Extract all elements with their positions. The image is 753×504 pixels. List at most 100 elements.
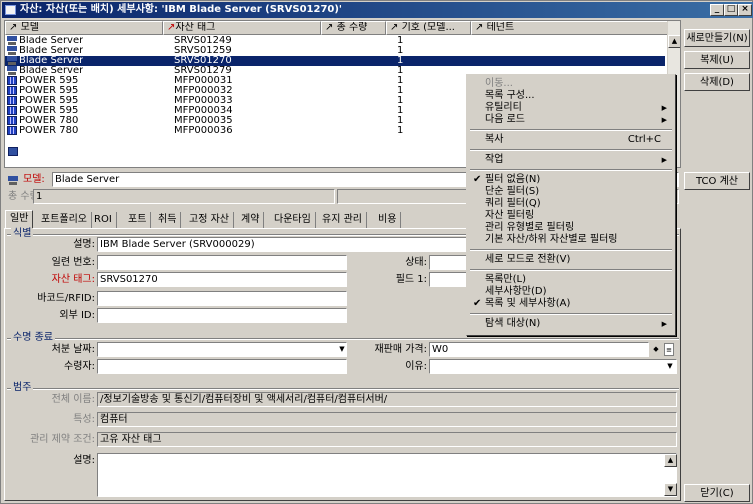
notes-scroll-down-button[interactable]: ▼ (664, 483, 677, 496)
menu-item[interactable]: 목록 구성... (469, 90, 673, 102)
qty-cell: 1 (397, 56, 404, 66)
tab-8[interactable]: 유지 관리 (318, 212, 367, 228)
power-server-icon (7, 96, 17, 105)
blade-server-icon (7, 36, 17, 45)
new-button[interactable]: 새로만들기(N) (684, 29, 750, 47)
model-cell: Blade Server (19, 36, 84, 46)
column-header-tenant[interactable]: ↗ 테넌트 (471, 21, 669, 35)
tab-9[interactable]: 비용 (374, 212, 402, 228)
table-row[interactable]: Blade Server SRVS01259 1 (5, 46, 665, 56)
power-server-icon (7, 126, 17, 135)
serial-label: 일련 번호: (51, 257, 95, 268)
tab-6[interactable]: 계약 (237, 212, 265, 228)
menu-item[interactable]: 필터 없음(N) ✔ (469, 174, 673, 186)
asset-tag-cell: MFP000031 (174, 76, 233, 86)
menu-item[interactable]: 관리 유형별로 필터링 (469, 222, 673, 234)
menu-item[interactable]: 목록만(L) (469, 274, 673, 286)
menu-item[interactable]: 탐색 대상(N) ▶ (469, 318, 673, 330)
tab-3[interactable]: 포트 (124, 212, 152, 228)
chevron-down-icon[interactable]: ▼ (337, 343, 347, 356)
field1-label: 필드 1: (395, 274, 427, 285)
reason-field[interactable] (429, 359, 677, 374)
external-id-field[interactable] (97, 308, 347, 323)
menu-item[interactable]: 세부사항만(D) (469, 286, 673, 298)
close-button[interactable]: 닫기(C) (684, 484, 750, 502)
column-label: 총 수량 (336, 22, 368, 33)
resale-price-field[interactable]: W0 (429, 342, 649, 357)
menu-item[interactable]: 유틸리티 ▶ (469, 102, 673, 114)
column-header-symbol[interactable]: ↗ 기호 (모델... (386, 21, 471, 35)
model-cell: POWER 595 (19, 86, 79, 96)
tab-4[interactable]: 취득 (154, 212, 182, 228)
menu-item[interactable]: 쿼리 필터(Q) (469, 198, 673, 210)
menu-item-label: 목록만(L) (485, 274, 526, 285)
menu-item-label: 필터 없음(N) (485, 174, 541, 185)
tab-7[interactable]: 다운타임 (270, 212, 316, 228)
barcode-field[interactable] (97, 291, 347, 306)
tab-5[interactable]: 고정 자산 (185, 212, 234, 228)
copy-button[interactable]: 복제(U) (684, 51, 750, 69)
qty-cell: 1 (397, 66, 404, 76)
minimize-button[interactable]: _ (710, 4, 724, 16)
delete-button[interactable]: 삭제(D) (684, 73, 750, 91)
menu-item-label: 복사 (485, 134, 504, 145)
currency-icon[interactable]: ≡ (664, 343, 674, 356)
table-row[interactable]: Blade Server SRVS01249 1 (5, 36, 665, 46)
menu-item-label: 자산 필터링 (485, 210, 535, 221)
blade-server-icon (7, 66, 17, 75)
asset-tag-cell: SRVS01270 (174, 56, 232, 66)
scroll-up-button[interactable]: ▲ (668, 35, 680, 48)
table-row[interactable]: Blade Server SRVS01270 1 (5, 56, 665, 66)
column-header-qty[interactable]: ↗ 총 수량 (321, 21, 386, 35)
menu-item-label: 다음 로드 (485, 114, 525, 125)
menu-item[interactable]: 목록 및 세부사항(A) ✔ (469, 298, 673, 310)
recipient-field[interactable] (97, 359, 347, 374)
feature-label: 특성: (73, 414, 95, 425)
menu-separator (470, 313, 672, 315)
menu-item[interactable]: 기본 자산/하위 자산별로 필터링 (469, 234, 673, 246)
blade-server-icon (7, 56, 17, 65)
qty-cell: 1 (397, 46, 404, 56)
qty-field: 1 (33, 189, 335, 204)
blade-server-icon (8, 176, 18, 185)
asset-tag-field[interactable]: SRVS01270 (97, 272, 347, 287)
menu-item[interactable]: 자산 필터링 (469, 210, 673, 222)
menu-item-label: 이동... (485, 78, 513, 89)
notes-textarea[interactable] (97, 453, 677, 497)
qty-cell: 1 (397, 126, 404, 136)
model-cell: POWER 595 (19, 106, 79, 116)
status-field[interactable] (429, 255, 469, 270)
spinner-icon[interactable]: ◆ (651, 343, 661, 356)
menu-item-label: 목록 구성... (485, 90, 535, 101)
menu-item-label: 작업 (485, 154, 504, 165)
menu-item-label: 기본 자산/하위 자산별로 필터링 (485, 234, 618, 245)
menu-item[interactable]: 세로 모드로 전환(V) (469, 254, 673, 266)
chevron-down-icon[interactable]: ▼ (665, 360, 675, 373)
serial-field[interactable] (97, 255, 347, 270)
tco-button[interactable]: TCO 계산 (684, 172, 750, 190)
column-header-model[interactable]: ↗ 모델 (5, 21, 163, 35)
close-window-button[interactable]: × (738, 4, 752, 16)
field1-field[interactable] (429, 272, 469, 287)
disposal-date-field[interactable] (97, 342, 347, 357)
feature-field: 컴퓨터 (97, 412, 677, 427)
column-header-asset-tag[interactable]: ↗자산 태그 (163, 21, 321, 35)
menu-separator (470, 249, 672, 251)
menu-item[interactable]: 복사 Ctrl+C (469, 134, 673, 146)
maximize-button[interactable]: □ (724, 4, 738, 16)
tab-2[interactable]: ROI (90, 212, 117, 228)
notes-label: 설명: (73, 455, 95, 466)
asset-tag-cell: MFP000034 (174, 106, 233, 116)
qty-cell: 1 (397, 36, 404, 46)
menu-item[interactable]: 다음 로드 ▶ (469, 114, 673, 126)
context-menu: 이동... 목록 구성... 유틸리티 ▶ 다음 로드 ▶ 복사 Ctrl+C 작업 ▶ 필터 없음… (466, 74, 676, 336)
menu-item[interactable]: 작업 ▶ (469, 154, 673, 166)
submenu-arrow-icon: ▶ (661, 156, 667, 164)
window-title: 자산: 자산(또는 배치) 세부사항: 'IBM Blade Server (S… (20, 4, 342, 15)
tab-0[interactable]: 일반 (5, 210, 34, 229)
tab-1[interactable]: 포트폴리오 (37, 212, 92, 228)
notes-scroll-up-button[interactable]: ▲ (664, 454, 677, 467)
check-icon: ✔ (473, 298, 482, 309)
model-cell: Blade Server (19, 46, 84, 56)
menu-item[interactable]: 단순 필터(S) (469, 186, 673, 198)
